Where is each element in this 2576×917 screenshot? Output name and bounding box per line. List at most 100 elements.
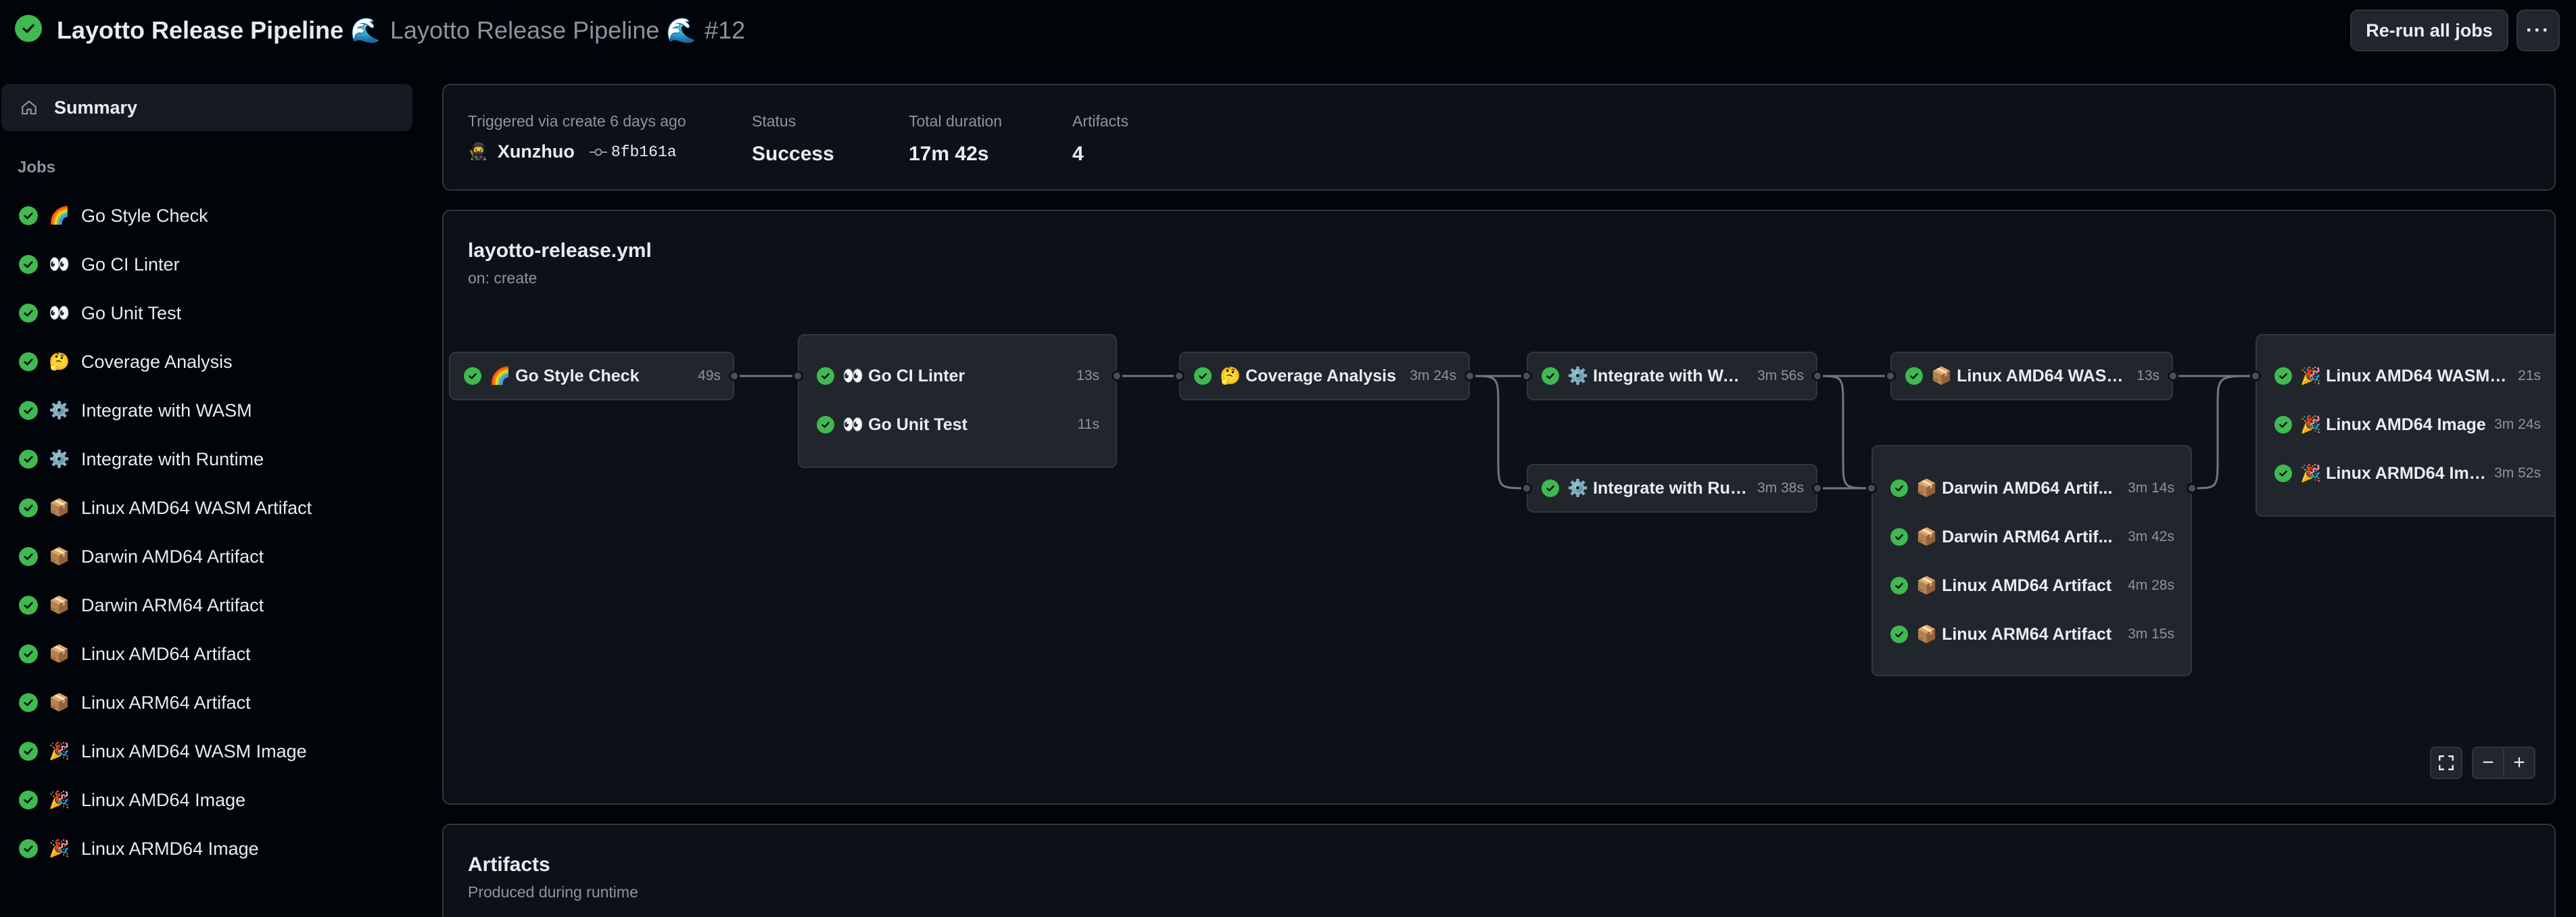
job-duration: 3m 15s xyxy=(2128,626,2174,642)
job-emoji: 🎉 xyxy=(49,839,70,858)
sidebar-job-label: Coverage Analysis xyxy=(81,351,233,372)
job-duration: 3m 24s xyxy=(2494,417,2541,432)
job-emoji: 📦 xyxy=(49,644,70,663)
job-duration: 3m 24s xyxy=(1410,368,1456,383)
connector-dot xyxy=(1885,371,1896,381)
job-name: Linux ARMD64 Image xyxy=(2326,463,2487,483)
graph-job-linux-arm64-artifact[interactable]: 📦 Linux ARM64 Artifact 3m 15s xyxy=(1877,610,2187,659)
connector-dot xyxy=(792,371,803,381)
graph-job-darwin-arm64-artifact[interactable]: 📦 Darwin ARM64 Artif... 3m 42s xyxy=(1877,513,2187,561)
graph-job-integrate-with-runtime[interactable]: ⚙️ Integrate with Runti... 3m 38s xyxy=(1527,464,1817,513)
status-stat: Status Success xyxy=(752,112,834,166)
job-emoji: 👀 xyxy=(842,415,864,434)
graph-job-linux-amd64-wasm-artifact[interactable]: 📦 Linux AMD64 WASM Ar... 13s xyxy=(1890,352,2173,400)
sidebar-job-item[interactable]: 👀 Go Unit Test xyxy=(0,292,412,334)
sidebar-job-item[interactable]: 👀 Go CI Linter xyxy=(0,243,412,285)
commit-sha[interactable]: 8fb161a xyxy=(611,143,677,161)
job-emoji: 📦 xyxy=(1916,624,1938,644)
job-duration: 13s xyxy=(2137,368,2160,383)
fullscreen-button[interactable] xyxy=(2430,747,2462,779)
more-options-button[interactable]: ··· xyxy=(2517,9,2560,51)
graph-job-linux-amd64-artifact[interactable]: 📦 Linux AMD64 Artifact 4m 28s xyxy=(1877,561,2187,610)
zoom-out-icon: − xyxy=(2482,751,2494,774)
job-emoji: 👀 xyxy=(842,366,864,385)
sidebar-job-item[interactable]: 📦 Linux AMD64 Artifact xyxy=(0,633,412,675)
success-icon xyxy=(1542,367,1559,385)
sidebar-job-label: Linux ARM64 Artifact xyxy=(81,692,251,713)
job-name: Integrate with Runti... xyxy=(1593,478,1750,498)
graph-job-linux-amd64-wasm-image[interactable]: 🎉 Linux AMD64 WASM Im... 21s xyxy=(2261,352,2553,400)
success-icon xyxy=(19,596,38,615)
run-header: Layotto Release Pipeline 🌊 Layotto Relea… xyxy=(0,0,2576,61)
job-name: Linux AMD64 Artifact xyxy=(1942,575,2112,595)
job-duration: 3m 14s xyxy=(2128,480,2174,496)
job-name: Go Style Check xyxy=(515,366,640,385)
rerun-all-jobs-button[interactable]: Re-run all jobs xyxy=(2350,9,2508,51)
graph-job-go-ci-linter[interactable]: 👀 Go CI Linter 13s xyxy=(803,352,1112,400)
sidebar-job-label: Integrate with Runtime xyxy=(81,448,264,469)
success-icon xyxy=(19,401,38,420)
graph-job-go-style-check[interactable]: 🌈 Go Style Check 49s xyxy=(449,352,734,400)
sidebar-job-item[interactable]: 🤔 Coverage Analysis xyxy=(0,341,412,383)
job-name: Integrate with WASM xyxy=(1593,366,1750,385)
sidebar-job-item[interactable]: ⚙️ Integrate with Runtime xyxy=(0,438,412,480)
graph-job-darwin-amd64-artifact[interactable]: 📦 Darwin AMD64 Artif... 3m 14s xyxy=(1877,464,2187,513)
run-title: Layotto Release Pipeline 🌊 Layotto Relea… xyxy=(57,15,745,46)
graph-job-integrate-with-wasm[interactable]: ⚙️ Integrate with WASM 3m 56s xyxy=(1527,352,1817,400)
sidebar-job-item[interactable]: 📦 Linux AMD64 WASM Artifact xyxy=(0,487,412,529)
job-duration: 3m 56s xyxy=(1757,368,1804,383)
job-duration: 3m 42s xyxy=(2128,529,2174,544)
artifacts-title: Artifacts xyxy=(468,853,550,876)
duration-stat: Total duration 17m 42s xyxy=(909,112,1002,166)
job-name: Linux AMD64 Image xyxy=(2326,415,2486,434)
connector-dot xyxy=(1521,371,1532,381)
actor-name[interactable]: Xunzhuo xyxy=(498,141,575,162)
sidebar-job-item[interactable]: 📦 Linux ARM64 Artifact xyxy=(0,682,412,724)
job-name: Linux AMD64 WASM Ar... xyxy=(1957,366,2128,385)
trigger-label: Triggered via create 6 days ago xyxy=(468,112,686,130)
job-duration: 11s xyxy=(1077,417,1099,432)
success-icon xyxy=(19,352,38,371)
connector-dot xyxy=(1812,371,1823,381)
sidebar-job-label: Linux AMD64 Image xyxy=(81,789,246,810)
graph-job-coverage-analysis[interactable]: 🤔 Coverage Analysis 3m 24s xyxy=(1179,352,1470,400)
sidebar-job-label: Go Unit Test xyxy=(81,302,182,323)
sidebar-job-item[interactable]: 🌈 Go Style Check xyxy=(0,195,412,237)
job-emoji: 📦 xyxy=(1931,366,1953,385)
sidebar-job-item[interactable]: 🎉 Linux AMD64 Image xyxy=(0,779,412,821)
sidebar-job-item[interactable]: 🎉 Linux AMD64 WASM Image xyxy=(0,730,412,772)
sidebar-job-item[interactable]: 📦 Darwin ARM64 Artifact xyxy=(0,584,412,626)
job-name: Darwin AMD64 Artif... xyxy=(1942,478,2113,498)
connector-dot xyxy=(2187,483,2197,494)
success-icon xyxy=(1890,577,1908,594)
run-summary-card: Triggered via create 6 days ago 🥷 Xunzhu… xyxy=(442,84,2556,191)
connector-dot xyxy=(2168,371,2178,381)
connector-dot xyxy=(1174,371,1185,381)
job-duration: 3m 52s xyxy=(2494,465,2541,481)
job-emoji: 📦 xyxy=(49,546,70,566)
artifacts-subtitle: Produced during runtime xyxy=(468,883,638,901)
sidebar-job-item[interactable]: 🎉 Linux ARMD64 Image xyxy=(0,828,412,870)
sidebar-summary-link[interactable]: Summary xyxy=(1,84,412,131)
success-icon xyxy=(19,206,38,225)
success-icon xyxy=(19,498,38,517)
graph-job-go-unit-test[interactable]: 👀 Go Unit Test 11s xyxy=(803,400,1112,449)
sidebar-job-item[interactable]: 📦 Darwin AMD64 Artifact xyxy=(0,536,412,578)
job-emoji: 🤔 xyxy=(1220,366,1241,385)
artifacts-count[interactable]: 4 xyxy=(1072,143,1128,166)
workflow-name[interactable]: Layotto Release Pipeline 🌊 xyxy=(57,16,381,45)
connector-dot xyxy=(1112,371,1122,381)
sidebar-job-label: Linux ARMD64 Image xyxy=(81,838,259,859)
zoom-in-button[interactable]: + xyxy=(2503,747,2535,779)
sidebar-job-item[interactable]: ⚙️ Integrate with WASM xyxy=(0,390,412,431)
sidebar-job-label: Darwin AMD64 Artifact xyxy=(81,546,264,567)
fullscreen-icon xyxy=(2439,755,2454,770)
zoom-out-button[interactable]: − xyxy=(2472,747,2504,779)
success-icon xyxy=(2274,465,2292,482)
sidebar-job-label: Darwin ARM64 Artifact xyxy=(81,594,264,615)
job-emoji: 🌈 xyxy=(49,206,70,225)
graph-job-linux-amd64-image[interactable]: 🎉 Linux AMD64 Image 3m 24s xyxy=(2261,400,2553,449)
job-name: Linux ARM64 Artifact xyxy=(1942,624,2112,644)
status-value: Success xyxy=(752,143,834,165)
graph-job-linux-armd64-image[interactable]: 🎉 Linux ARMD64 Image 3m 52s xyxy=(2261,449,2553,498)
